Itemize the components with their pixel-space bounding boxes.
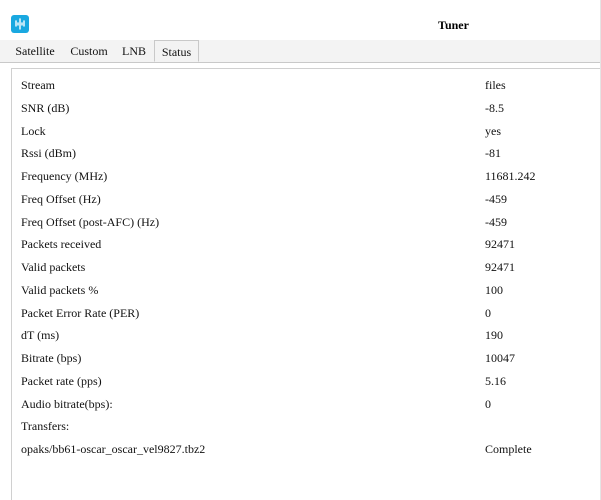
status-row-transfers: Transfers:	[21, 415, 601, 438]
status-label: Freq Offset (Hz)	[21, 191, 101, 206]
status-row-snr: SNR (dB) -8.5	[21, 97, 601, 120]
tab-satellite[interactable]: Satellite	[6, 41, 64, 61]
status-list: Stream files SNR (dB) -8.5 Lock yes Rssi (d…	[21, 74, 601, 461]
status-panel: Stream files SNR (dB) -8.5 Lock yes Rssi (d…	[11, 68, 601, 500]
status-value: files	[485, 78, 506, 92]
tab-status[interactable]: Status	[154, 40, 199, 62]
status-label: Frequency (MHz)	[21, 169, 108, 183]
window-title: Tuner	[0, 18, 601, 34]
status-row-per: Packet Error Rate (PER) 0	[21, 302, 601, 325]
tab-bar: Satellite Custom LNB Status	[0, 40, 601, 63]
status-row-stream: Stream files	[21, 74, 601, 97]
status-value: -8.5	[485, 100, 504, 115]
status-value: yes	[485, 123, 501, 138]
status-value: 0	[485, 396, 491, 411]
status-label: Valid packets %	[21, 282, 99, 297]
status-row-freq-offset: Freq Offset (Hz) -459	[21, 188, 601, 211]
status-label: Bitrate (bps)	[21, 351, 82, 365]
status-value: 92471	[485, 260, 515, 274]
status-value: 92471	[485, 237, 515, 252]
title-bar: Tuner	[0, 0, 601, 40]
transfer-row: opaks/bb61-oscar_oscar_vel9827.tbz2 Compl…	[21, 438, 601, 461]
status-label: Lock	[21, 123, 46, 138]
status-label: Packet rate (pps)	[21, 373, 102, 388]
status-label: Transfers:	[21, 419, 70, 434]
status-label: Rssi (dBm)	[21, 146, 77, 161]
status-value: 0	[485, 305, 491, 320]
tab-custom[interactable]: Custom	[64, 41, 114, 61]
status-row-valid-packets: Valid packets 92471	[21, 256, 601, 279]
status-value: -81	[485, 146, 501, 161]
window-title-text: Tuner	[438, 18, 469, 32]
status-value: 10047	[485, 351, 515, 365]
status-value: -459	[485, 191, 507, 206]
status-value: 5.16	[485, 373, 506, 388]
status-value: 100	[485, 282, 503, 297]
status-label: Packets received	[21, 237, 102, 252]
status-row-bitrate: Bitrate (bps) 10047	[21, 347, 601, 370]
status-value: -459	[485, 214, 507, 229]
status-label: Stream	[21, 78, 55, 92]
status-label: dT (ms)	[21, 328, 60, 343]
status-label: Freq Offset (post-AFC) (Hz)	[21, 214, 160, 229]
status-value: 190	[485, 328, 503, 343]
status-row-valid-packets-pct: Valid packets % 100	[21, 279, 601, 302]
transfer-status: Complete	[485, 442, 532, 456]
status-row-dt: dT (ms) 190	[21, 324, 601, 347]
tab-lnb[interactable]: LNB	[114, 41, 154, 61]
status-row-audio-bitrate: Audio bitrate(bps): 0	[21, 393, 601, 416]
status-label: SNR (dB)	[21, 100, 70, 115]
status-row-freq-offset-afc: Freq Offset (post-AFC) (Hz) -459	[21, 211, 601, 234]
status-label: Valid packets	[21, 260, 86, 274]
tuner-window: Tuner Satellite Custom LNB Status Stream…	[0, 0, 601, 500]
status-label: Audio bitrate(bps):	[21, 396, 113, 411]
status-row-packets-received: Packets received 92471	[21, 233, 601, 256]
transfer-filename: opaks/bb61-oscar_oscar_vel9827.tbz2	[21, 442, 206, 456]
status-row-frequency: Frequency (MHz) 11681.242	[21, 165, 601, 188]
status-label: Packet Error Rate (PER)	[21, 305, 140, 320]
status-row-packet-rate: Packet rate (pps) 5.16	[21, 370, 601, 393]
status-value: 11681.242	[485, 169, 536, 183]
status-row-lock: Lock yes	[21, 120, 601, 143]
status-row-rssi: Rssi (dBm) -81	[21, 142, 601, 165]
